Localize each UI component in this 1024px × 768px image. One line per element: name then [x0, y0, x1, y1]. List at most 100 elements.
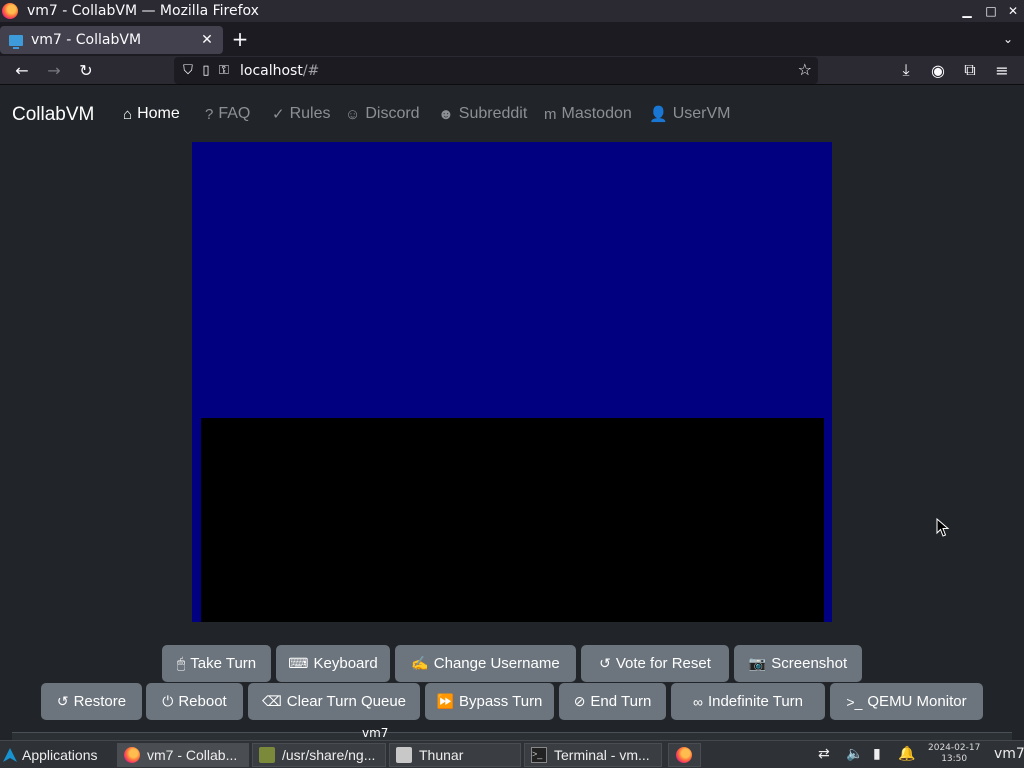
power-icon: ⏻	[162, 693, 174, 709]
take-turn-button[interactable]: 🖱 Take Turn	[162, 645, 271, 682]
camera-icon: 📷	[748, 655, 767, 671]
taskbar-window-label: vm7 - Collab...	[147, 747, 238, 763]
screenshot-button[interactable]: 📷 Screenshot	[734, 645, 862, 682]
taskbar-launcher-firefox[interactable]	[668, 743, 701, 767]
nav-mastodon-label: Mastodon	[561, 105, 632, 122]
end-turn-button[interactable]: ⊘ End Turn	[559, 683, 666, 720]
user-icon: 👤	[649, 106, 668, 123]
firefox-launcher-icon	[676, 747, 692, 763]
firefox-logo-icon	[2, 3, 18, 19]
taskbar-window-editor[interactable]: /usr/share/ng...	[252, 743, 386, 767]
nav-subreddit-label: Subreddit	[458, 105, 528, 122]
arch-logo-icon	[3, 748, 17, 762]
mastodon-icon: m	[544, 105, 557, 123]
extensions-icon[interactable]: ⧉	[958, 58, 982, 82]
qemu-monitor-button[interactable]: >_ QEMU Monitor	[830, 683, 983, 720]
volume-icon[interactable]: 🔈	[846, 746, 863, 762]
back-button[interactable]: ←	[10, 58, 34, 82]
nav-rules-label: Rules	[289, 105, 331, 122]
clipboard-check-icon: ✓	[272, 106, 285, 123]
taskbar-window-label: Terminal - vm...	[554, 747, 650, 763]
shield-icon[interactable]: ⛉	[180, 63, 196, 78]
discord-icon: ☺	[345, 105, 361, 123]
key-icon[interactable]: ⚿	[216, 63, 232, 78]
monitor-favicon-icon	[9, 34, 23, 49]
keyboard-label: Keyboard	[313, 655, 378, 672]
nav-discord[interactable]: ☺ Discord	[345, 105, 420, 123]
change-username-button[interactable]: ✍ Change Username	[395, 645, 576, 682]
nav-home[interactable]: ⌂ Home	[123, 105, 180, 123]
vm-tab-label[interactable]: vm7	[362, 726, 388, 740]
bookmark-star-icon[interactable]: ☆	[798, 60, 812, 79]
vm-display-black-region	[201, 418, 824, 622]
browser-tab-label: vm7 - CollabVM	[31, 32, 142, 48]
new-tab-button[interactable]: +	[228, 26, 252, 52]
file-manager-icon	[396, 747, 412, 763]
taskbar-window-label: Thunar	[419, 747, 464, 763]
eraser-icon: ⌫	[261, 693, 282, 709]
url-host: localhost	[240, 62, 303, 79]
reload-button[interactable]: ↻	[74, 58, 98, 82]
url-bar[interactable]: ⛉ ▯ ⚿ localhost/# ☆	[174, 57, 818, 84]
ban-icon: ⊘	[573, 693, 586, 709]
mouse-icon: 🖱	[176, 655, 186, 671]
indefinite-turn-button[interactable]: ∞ Indefinite Turn	[671, 683, 825, 720]
list-all-tabs-button[interactable]: ⌄	[998, 28, 1018, 50]
applications-menu-button[interactable]: Applications	[2, 743, 116, 767]
reddit-icon: ☻	[438, 105, 454, 123]
indefinite-turn-label: Indefinite Turn	[707, 693, 804, 710]
minimize-button[interactable]: ▁	[956, 0, 978, 22]
downloads-icon[interactable]: ⤓	[894, 58, 918, 82]
nav-mastodon[interactable]: m Mastodon	[544, 105, 632, 123]
terminal-icon: >_	[846, 693, 863, 710]
vm-list-strip	[12, 732, 1012, 740]
signature-icon: ✍	[411, 655, 429, 671]
bypass-turn-button[interactable]: ⏩ Bypass Turn	[425, 683, 554, 720]
forward-button[interactable]: →	[42, 58, 66, 82]
vm-display[interactable]	[192, 142, 832, 622]
nav-uservm-label: UserVM	[672, 105, 731, 122]
reboot-label: Reboot	[178, 693, 227, 710]
clear-turn-queue-button[interactable]: ⌫ Clear Turn Queue	[248, 683, 420, 720]
taskbar-window-label: /usr/share/ng...	[282, 747, 376, 763]
text-editor-icon	[259, 747, 275, 763]
tab-strip: vm7 - CollabVM ✕ + ⌄	[0, 22, 1024, 56]
mouse-pointer-icon	[936, 518, 950, 537]
taskbar-user[interactable]: vm7	[994, 746, 1024, 762]
nav-faq-label: FAQ	[218, 105, 251, 122]
forward-icon: ⏩	[436, 693, 455, 709]
vote-for-reset-button[interactable]: ↺ Vote for Reset	[581, 645, 729, 682]
nav-rules[interactable]: ✓ Rules	[272, 105, 330, 123]
page-icon[interactable]: ▯	[198, 63, 214, 78]
take-turn-label: Take Turn	[190, 655, 257, 672]
restore-button[interactable]: ↺ Restore	[41, 683, 142, 720]
battery-icon[interactable]: ▮	[873, 746, 881, 762]
notification-bell-icon[interactable]: 🔔	[898, 746, 915, 762]
url-text[interactable]: localhost/#	[240, 63, 319, 79]
vote-for-reset-label: Vote for Reset	[615, 655, 711, 672]
brand-logo[interactable]: CollabVM	[12, 104, 94, 126]
infinity-icon: ∞	[692, 693, 703, 710]
rotate-left-icon: ↺	[56, 693, 69, 709]
clock-time: 13:50	[941, 754, 968, 764]
taskbar-window-terminal[interactable]: >_ Terminal - vm...	[524, 743, 662, 767]
window-titlebar: vm7 - CollabVM — Mozilla Firefox ▁ □ ✕	[0, 0, 1024, 22]
taskbar-window-thunar[interactable]: Thunar	[389, 743, 521, 767]
menu-icon[interactable]: ≡	[990, 58, 1014, 82]
maximize-button[interactable]: □	[980, 0, 1002, 22]
reboot-button[interactable]: ⏻ Reboot	[146, 683, 243, 720]
nav-uservm[interactable]: 👤 UserVM	[649, 105, 730, 123]
firefox-icon	[124, 747, 140, 763]
close-tab-icon[interactable]: ✕	[197, 30, 217, 50]
bypass-turn-label: Bypass Turn	[459, 693, 543, 710]
taskbar-clock[interactable]: 2024-02-17 13:50	[928, 743, 980, 765]
close-window-button[interactable]: ✕	[1002, 0, 1024, 22]
network-icon[interactable]: ⇄	[818, 746, 830, 762]
taskbar-window-firefox[interactable]: vm7 - Collab...	[117, 743, 249, 767]
keyboard-button[interactable]: ⌨ Keyboard	[276, 645, 390, 682]
browser-tab[interactable]: vm7 - CollabVM ✕	[0, 26, 223, 54]
screenshot-label: Screenshot	[771, 655, 848, 672]
nav-subreddit[interactable]: ☻ Subreddit	[438, 105, 527, 123]
nav-faq[interactable]: ? FAQ	[205, 105, 250, 123]
account-icon[interactable]: ◉	[926, 58, 950, 82]
